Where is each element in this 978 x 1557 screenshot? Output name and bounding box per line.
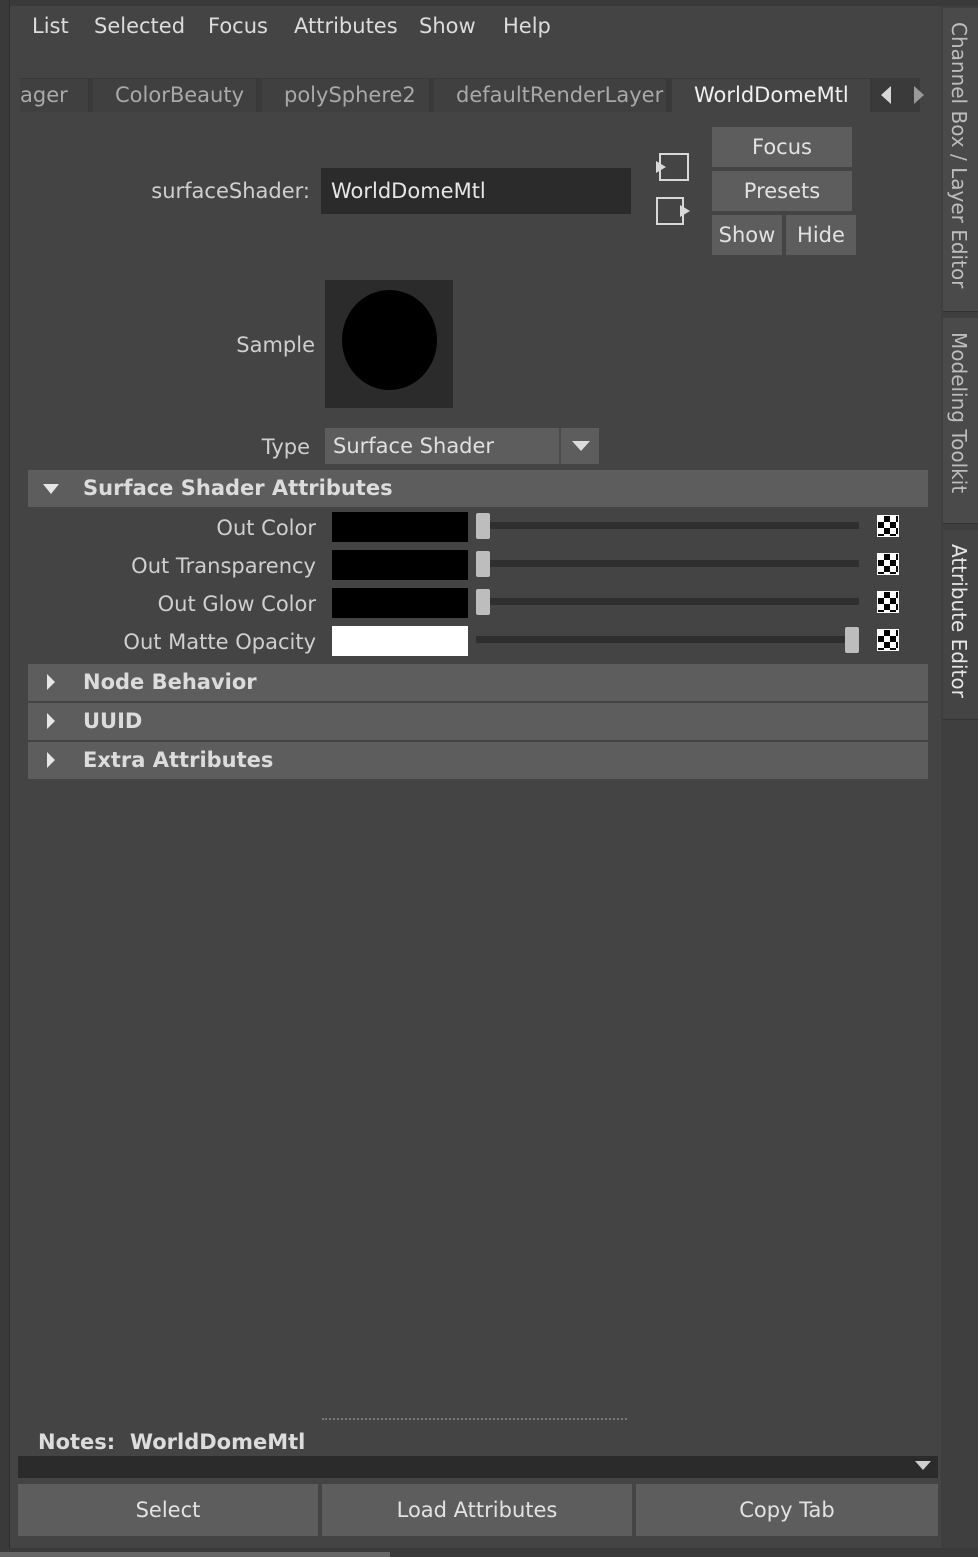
out-glow-color-slider-handle[interactable] (476, 589, 490, 615)
type-label: Type (261, 435, 310, 459)
section-title: Node Behavior (83, 670, 257, 694)
out-transparency-swatch[interactable] (332, 550, 468, 580)
type-dropdown-value: Surface Shader (333, 434, 495, 458)
out-color-slider-handle[interactable] (476, 513, 490, 539)
notes-node-name: WorldDomeMtl (129, 1430, 306, 1454)
section-title: UUID (83, 709, 143, 733)
out-matte-opacity-slider-handle[interactable] (845, 627, 859, 653)
top-panel-edge (10, 0, 978, 6)
collapse-triangle-icon (43, 484, 59, 494)
notes-label: Notes: WorldDomeMtl (38, 1430, 305, 1454)
tab-scroll-left-icon[interactable] (881, 86, 891, 104)
section-surface-shader-attributes[interactable]: Surface Shader Attributes (28, 470, 928, 507)
menu-list[interactable]: List (32, 14, 69, 38)
out-glow-color-swatch[interactable] (332, 588, 468, 618)
out-glow-color-slider-track[interactable] (476, 598, 859, 605)
section-title: Surface Shader Attributes (83, 476, 393, 500)
sample-label: Sample (236, 333, 315, 357)
section-title: Extra Attributes (83, 748, 274, 772)
menu-focus[interactable]: Focus (208, 14, 268, 38)
menu-show[interactable]: Show (419, 14, 476, 38)
select-button[interactable]: Select (18, 1484, 318, 1536)
out-color-slider-track[interactable] (476, 522, 859, 529)
expand-triangle-icon (47, 674, 55, 690)
horizontal-scrollbar[interactable] (0, 1552, 390, 1557)
notes-expand-chevron-icon[interactable] (915, 1461, 931, 1470)
side-tab-label: Modeling Toolkit (947, 332, 971, 494)
show-button[interactable]: Show (712, 215, 782, 255)
out-color-swatch[interactable] (332, 512, 468, 542)
chevron-down-icon (572, 441, 590, 451)
input-connections-icon[interactable] (654, 152, 690, 182)
sample-sphere-preview (342, 290, 437, 390)
out-transparency-slider-track[interactable] (476, 560, 859, 567)
side-tab-channel-box[interactable]: Channel Box / Layer Editor (943, 8, 978, 312)
tab-label: defaultRenderLayer (456, 83, 664, 107)
side-tab-label: Attribute Editor (947, 544, 971, 698)
out-glow-color-map-icon[interactable] (877, 591, 899, 613)
output-connections-icon[interactable] (654, 196, 692, 226)
left-panel-edge (0, 0, 10, 1557)
attr-label: Out Matte Opacity (123, 630, 316, 654)
node-type-label: surfaceShader: (151, 179, 310, 203)
notes-resize-handle[interactable] (322, 1418, 627, 1420)
attr-label: Out Glow Color (157, 592, 316, 616)
tab-scroll-right-icon[interactable] (914, 86, 924, 104)
dropdown-arrow-box (559, 428, 599, 464)
attr-label: Out Color (216, 516, 316, 540)
section-uuid[interactable]: UUID (28, 703, 928, 740)
tab-ager[interactable]: ager (20, 79, 90, 112)
tab-colorbeauty[interactable]: ColorBeauty (93, 79, 258, 112)
node-name-field[interactable]: WorldDomeMtl (321, 168, 631, 214)
expand-triangle-icon (47, 713, 55, 729)
tab-label: WorldDomeMtl (694, 83, 849, 107)
hide-button[interactable]: Hide (786, 215, 856, 255)
tab-polysphere2[interactable]: polySphere2 (262, 79, 431, 112)
type-dropdown[interactable]: Surface Shader (325, 428, 599, 464)
expand-triangle-icon (47, 752, 55, 768)
tab-label: ColorBeauty (115, 83, 244, 107)
side-tab-label: Channel Box / Layer Editor (947, 22, 971, 289)
menu-attributes[interactable]: Attributes (294, 14, 398, 38)
side-tab-attribute-editor[interactable]: Attribute Editor (943, 530, 978, 720)
section-extra-attributes[interactable]: Extra Attributes (28, 742, 928, 779)
out-matte-opacity-slider-track[interactable] (476, 636, 859, 643)
side-tab-modeling-toolkit[interactable]: Modeling Toolkit (943, 318, 978, 524)
out-matte-opacity-swatch[interactable] (332, 626, 468, 656)
notes-field[interactable] (18, 1456, 938, 1478)
menu-selected[interactable]: Selected (94, 14, 185, 38)
load-attributes-button[interactable]: Load Attributes (322, 1484, 632, 1536)
out-matte-opacity-map-icon[interactable] (877, 629, 899, 651)
out-transparency-map-icon[interactable] (877, 553, 899, 575)
attr-label: Out Transparency (131, 554, 316, 578)
out-color-map-icon[interactable] (877, 515, 899, 537)
menu-help[interactable]: Help (503, 14, 551, 38)
copy-tab-button[interactable]: Copy Tab (636, 1484, 938, 1536)
focus-button[interactable]: Focus (712, 127, 852, 167)
presets-button[interactable]: Presets (712, 171, 852, 211)
tab-defaultrenderlayer[interactable]: defaultRenderLayer (434, 79, 668, 112)
tab-label: ager (20, 83, 68, 107)
out-transparency-slider-handle[interactable] (476, 551, 490, 577)
tab-label: polySphere2 (284, 83, 416, 107)
tab-worlddomemtl[interactable]: WorldDomeMtl (672, 79, 872, 112)
notes-label-text: Notes: (38, 1430, 116, 1454)
section-node-behavior[interactable]: Node Behavior (28, 664, 928, 701)
